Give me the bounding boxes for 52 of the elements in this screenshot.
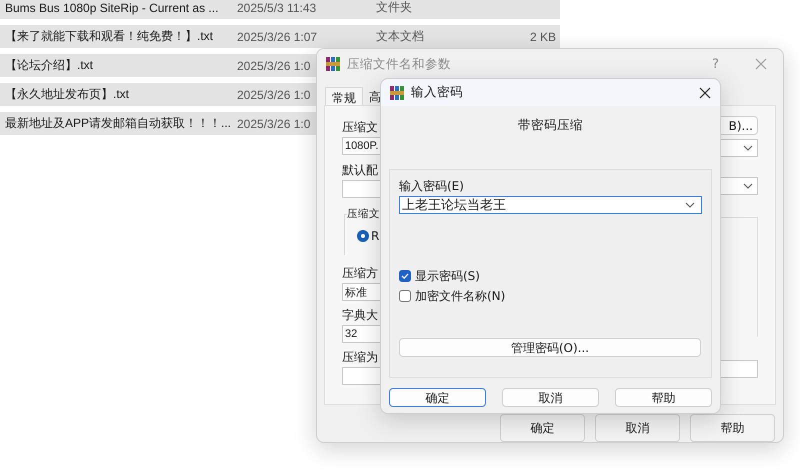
books-icon <box>325 56 341 72</box>
input-field[interactable]: 1080P. <box>342 137 380 155</box>
field-label: 压缩为 <box>342 349 378 365</box>
checkbox-label: 加密文件名称(N) <box>415 288 506 304</box>
window-title: 输入密码 <box>411 84 464 101</box>
field-label: 压缩方 <box>342 265 378 281</box>
file-date: 2025/3/26 1:0 <box>237 88 310 102</box>
input-field[interactable] <box>720 360 758 378</box>
chevron-down-icon <box>685 202 695 208</box>
checkbox[interactable] <box>399 290 411 302</box>
dialog-button[interactable]: 确定 <box>389 388 486 407</box>
radio-button[interactable] <box>357 230 369 242</box>
file-type: 文本文档 <box>376 28 424 45</box>
file-name: 【来了就能下载和观看！纯免费！】.txt <box>5 28 214 45</box>
file-name: Bums Bus 1080p SiteRip - Current as ... <box>5 0 218 14</box>
password-field[interactable]: 上老王论坛当老王 <box>399 196 702 214</box>
chevron-down-icon <box>743 145 753 151</box>
dropdown-field[interactable] <box>342 180 380 198</box>
file-date: 2025/3/26 1:0 <box>237 116 310 130</box>
dropdown-field[interactable]: 标准 <box>342 283 380 301</box>
chevron-down-icon <box>743 183 753 189</box>
dialog-button[interactable]: 取消 <box>595 414 680 442</box>
manage-passwords-button[interactable]: 管理密码(O)... <box>399 338 701 357</box>
input-field[interactable] <box>342 367 380 385</box>
dialog-button[interactable]: 取消 <box>502 388 599 407</box>
dialog-button[interactable]: 帮助 <box>690 414 775 442</box>
field-label: 压缩文 <box>342 119 378 135</box>
file-date: 2025/3/26 1:07 <box>237 30 318 44</box>
dropdown-field[interactable]: 32 <box>342 325 380 343</box>
field-label: 输入密码(E) <box>399 178 465 194</box>
file-row[interactable]: 【来了就能下载和观看！纯免费！】.txt 2025/3/26 1:07 文本文档 2 KB <box>0 25 560 48</box>
radio-label: R <box>371 229 380 243</box>
file-row[interactable]: Bums Bus 1080p SiteRip - Current as ... 2025/5/3 11:43 文件夹 <box>0 0 560 19</box>
file-type: 文件夹 <box>376 0 412 16</box>
file-name: 【论坛介绍】.txt <box>5 57 94 74</box>
file-date: 2025/3/26 1:0 <box>237 58 310 72</box>
file-name: 【永久地址发布页】.txt <box>5 86 130 103</box>
group-label: 压缩文 <box>347 207 380 221</box>
file-date: 2025/5/3 11:43 <box>237 0 316 14</box>
dialog-button[interactable]: 确定 <box>500 414 585 442</box>
close-icon[interactable] <box>699 86 711 98</box>
checkbox[interactable] <box>399 270 411 282</box>
file-name: 最新地址及APP请发邮箱自动获取！！！... <box>5 115 232 132</box>
window-title: 压缩文件名和参数 <box>347 56 452 72</box>
file-size: 2 KB <box>530 30 556 44</box>
field-label: 字典大 <box>342 307 378 323</box>
field-label: 默认配 <box>342 162 378 178</box>
dialog-button[interactable]: 帮助 <box>615 388 712 407</box>
dropdown-field[interactable] <box>720 139 758 157</box>
books-icon <box>389 84 405 100</box>
dropdown-field[interactable] <box>720 177 758 195</box>
checkbox-label: 显示密码(S) <box>415 268 480 284</box>
